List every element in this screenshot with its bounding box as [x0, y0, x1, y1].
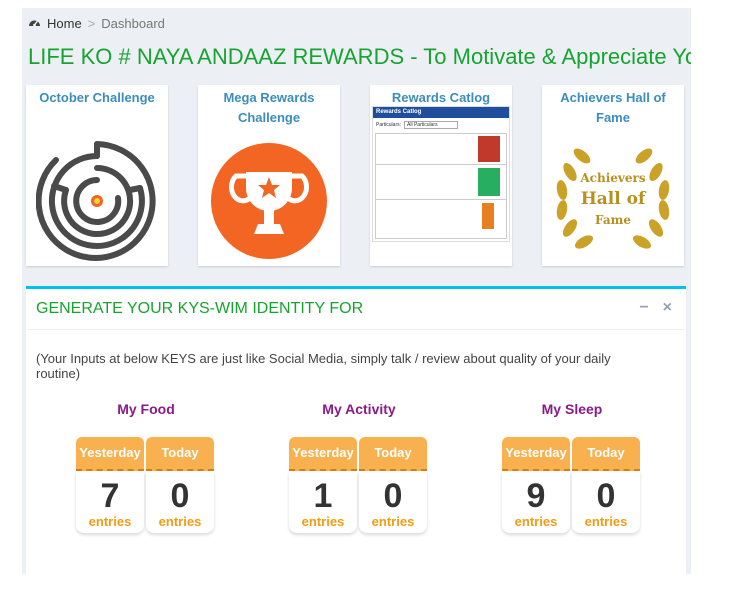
wreath-text-2: Hall of [581, 189, 647, 209]
trophy-icon[interactable] [198, 140, 340, 262]
entry-count: 9 [526, 477, 546, 515]
cell-head[interactable]: Yesterday [502, 437, 570, 471]
panel-note: (Your Inputs at below KEYS are just like… [36, 351, 611, 381]
cell-body[interactable]: 0 entries [359, 471, 427, 533]
thumb-filter-label: Particulars: [376, 122, 402, 128]
cell-head[interactable]: Today [146, 437, 214, 471]
food-yesterday[interactable]: Yesterday 7 entries [76, 437, 144, 533]
minimize-button[interactable]: − [639, 299, 648, 317]
entries-label: entries [301, 514, 345, 529]
tile-hall-of-fame[interactable]: Achievers Hall of Fame Achievers Hall of… [542, 85, 684, 266]
cell-head[interactable]: Today [359, 437, 427, 471]
maze-icon[interactable] [26, 140, 168, 262]
sleep-yesterday[interactable]: Yesterday 9 entries [502, 437, 570, 533]
tile-label[interactable]: Achievers Hall of Fame [542, 85, 684, 128]
food-group: My Food Yesterday 7 entries Today 0 entr… [76, 401, 216, 533]
food-counter: Yesterday 7 entries Today 0 entries [76, 437, 216, 533]
panel-header: GENERATE YOUR KYS-WIM IDENTITY FOR − × [26, 289, 686, 330]
tile-label[interactable]: October Challenge [26, 85, 168, 108]
page-title: LIFE KO # NAYA ANDAAZ REWARDS - To Motiv… [28, 44, 691, 69]
cell-head[interactable]: Today [572, 437, 640, 471]
wreath-text-1: Achievers [579, 171, 645, 185]
tile-label[interactable]: Rewards Catlog [370, 85, 512, 108]
entries-label: entries [514, 514, 558, 529]
entry-count: 7 [100, 477, 120, 515]
breadcrumb: Home > Dashboard [28, 16, 165, 31]
cell-body[interactable]: 9 entries [502, 471, 570, 533]
laurel-wreath-icon[interactable]: Achievers Hall of Fame [542, 132, 684, 262]
cell-body[interactable]: 0 entries [146, 471, 214, 533]
tile-mega-rewards[interactable]: Mega Rewards Challenge [198, 85, 340, 266]
thumb-header: Rewards Catlog [373, 107, 509, 118]
dashboard-icon [28, 16, 41, 31]
food-today[interactable]: Today 0 entries [146, 437, 214, 533]
breadcrumb-separator: > [87, 16, 96, 31]
entries-label: entries [158, 514, 202, 529]
entry-count: 0 [383, 477, 403, 515]
cell-body[interactable]: 0 entries [572, 471, 640, 533]
thumb-table [375, 133, 507, 239]
cell-head[interactable]: Yesterday [76, 437, 144, 471]
entries-label: entries [584, 514, 628, 529]
entry-count: 0 [596, 477, 616, 515]
group-title: My Sleep [541, 401, 603, 417]
breadcrumb-home-link[interactable]: Home [47, 16, 82, 31]
breadcrumb-current: Dashboard [101, 16, 165, 31]
activity-counter: Yesterday 1 entries Today 0 entries [289, 437, 429, 533]
entry-count: 1 [313, 477, 333, 515]
wreath-text-3: Fame [595, 213, 631, 227]
tile-october-challenge[interactable]: October Challenge [26, 85, 168, 266]
identity-panel: GENERATE YOUR KYS-WIM IDENTITY FOR − × (… [26, 286, 686, 577]
cell-body[interactable]: 1 entries [289, 471, 357, 533]
sleep-group: My Sleep Yesterday 9 entries Today 0 ent… [502, 401, 642, 533]
entries-label: entries [371, 514, 415, 529]
sleep-counter: Yesterday 9 entries Today 0 entries [502, 437, 642, 533]
content-wrapper: Home > Dashboard LIFE KO # NAYA ANDAAZ R… [22, 8, 691, 577]
catalog-thumbnail[interactable]: Rewards Catlog Particulars: All Particul… [370, 106, 512, 242]
thumb-filter-select: All Particulars [404, 121, 459, 129]
cell-head[interactable]: Yesterday [289, 437, 357, 471]
activity-group: My Activity Yesterday 1 entries Today 0 … [289, 401, 429, 533]
activity-yesterday[interactable]: Yesterday 1 entries [289, 437, 357, 533]
entries-label: entries [88, 514, 132, 529]
panel-tools: − × [639, 299, 672, 317]
challenge-tiles: October Challenge Mega Rewards Challenge… [26, 85, 684, 266]
tile-label[interactable]: Mega Rewards Challenge [198, 85, 340, 128]
panel-title: GENERATE YOUR KYS-WIM IDENTITY FOR [36, 300, 364, 317]
sleep-today[interactable]: Today 0 entries [572, 437, 640, 533]
group-title: My Activity [322, 401, 396, 417]
tile-rewards-catalog[interactable]: Rewards Catlog Rewards Catlog Particular… [370, 85, 512, 266]
group-title: My Food [117, 401, 175, 417]
activity-today[interactable]: Today 0 entries [359, 437, 427, 533]
entry-count: 0 [170, 477, 190, 515]
close-button[interactable]: × [663, 299, 672, 317]
cell-body[interactable]: 7 entries [76, 471, 144, 533]
